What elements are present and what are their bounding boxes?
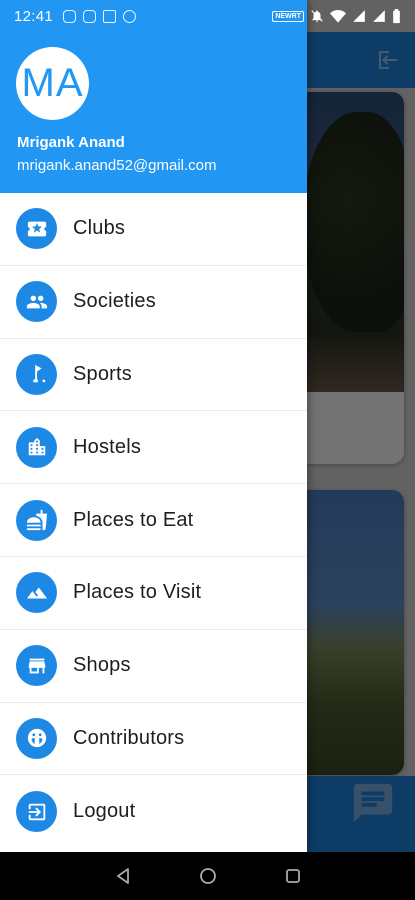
- home-icon[interactable]: [198, 866, 218, 886]
- people-icon: [16, 281, 57, 323]
- wifi-icon: [330, 10, 346, 23]
- app-icon: [103, 9, 117, 23]
- logout-icon: [16, 791, 57, 833]
- user-email: mrigank.anand52@gmail.com: [17, 157, 217, 174]
- signal-icon: [373, 10, 385, 22]
- avatar[interactable]: MA: [16, 47, 89, 120]
- menu-item-label: Societies: [73, 290, 156, 313]
- menu-item-label: Logout: [73, 800, 136, 823]
- recent-apps-icon[interactable]: [283, 866, 303, 886]
- golf-icon: [16, 353, 57, 395]
- landscape-icon: [16, 572, 57, 614]
- back-icon[interactable]: [113, 866, 133, 886]
- menu-item-label: Places to Eat: [73, 508, 194, 531]
- community-icon: [16, 717, 57, 759]
- menu-item-hostels[interactable]: Hostels: [0, 411, 307, 485]
- whatsapp-icon: [123, 9, 137, 23]
- menu-item-label: Contributors: [73, 726, 185, 749]
- menu-item-places-to-visit[interactable]: Places to Visit: [0, 557, 307, 630]
- fastfood-icon: [16, 499, 57, 541]
- network-speed-badge: NEWRT: [272, 10, 304, 22]
- mute-icon: [311, 10, 323, 22]
- navigation-drawer: MA Mrigank Anand mrigank.anand52@gmail.c…: [0, 0, 307, 852]
- battery-icon: [393, 8, 400, 23]
- ticket-star-icon: [16, 208, 57, 250]
- signal-icon: [353, 10, 365, 22]
- user-name: Mrigank Anand: [17, 134, 125, 151]
- menu-item-places-to-eat[interactable]: Places to Eat: [0, 484, 307, 557]
- menu-item-shops[interactable]: Shops: [0, 630, 307, 703]
- menu-item-label: Shops: [73, 654, 131, 677]
- menu-item-sports[interactable]: Sports: [0, 339, 307, 412]
- menu-item-label: Sports: [73, 362, 133, 385]
- status-time: 12:41: [14, 7, 54, 25]
- menu-item-clubs[interactable]: Clubs: [0, 193, 307, 266]
- instagram-icon: [83, 9, 97, 23]
- menu-item-societies[interactable]: Societies: [0, 266, 307, 339]
- notification-icons: [63, 9, 137, 23]
- system-nav-bar: [0, 852, 415, 900]
- store-icon: [16, 645, 57, 687]
- instagram-icon: [63, 9, 77, 23]
- menu-item-label: Hostels: [73, 435, 142, 458]
- drawer-menu: Clubs Societies Sports Hostels Places to…: [0, 193, 307, 848]
- building-icon: [16, 426, 57, 468]
- menu-item-label: Clubs: [73, 217, 126, 240]
- menu-item-logout[interactable]: Logout: [0, 775, 307, 848]
- menu-item-contributors[interactable]: Contributors: [0, 703, 307, 776]
- status-bar: 12:41 NEWRT: [0, 0, 415, 32]
- menu-item-label: Places to Visit: [73, 581, 202, 604]
